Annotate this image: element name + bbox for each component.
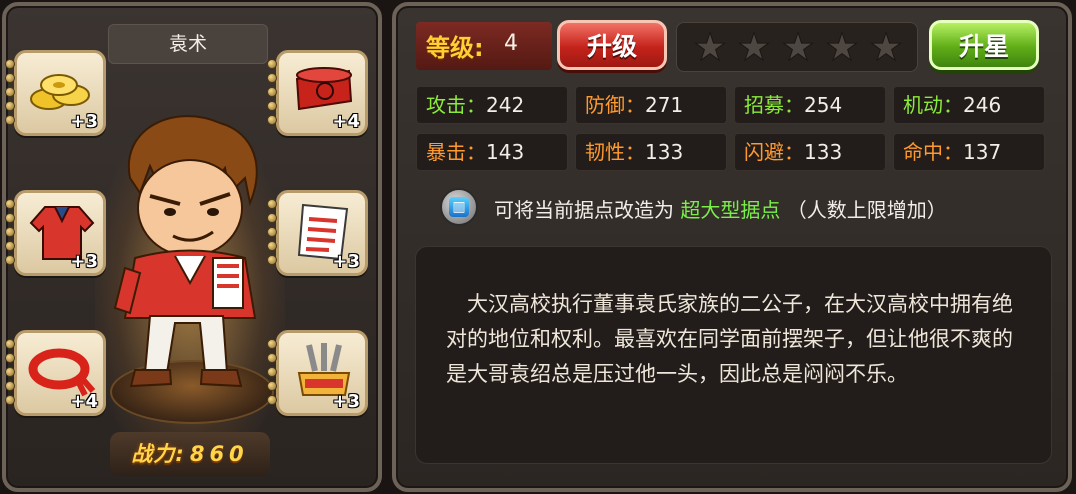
upgrade-button[interactable]: 升级 [557,20,667,70]
stat-value: 271 [645,93,684,117]
base-upgrade-hint: ▥ 可将当前据点改造为 超大型据点 （人数上限增加） [440,188,1040,228]
stat-attack: 攻击：242 [416,86,568,124]
level-label: 等级: [426,34,484,62]
binder-rings [267,59,277,127]
stat-name: 命中 [903,140,943,164]
stat-value: 133 [804,140,843,164]
star-icon: ★ [780,25,816,69]
equip-level: +3 [70,111,98,132]
stat-defense: 防御：271 [575,86,727,124]
stat-name: 闪避 [744,140,784,164]
stat-toughness: 韧性：133 [575,133,727,171]
stat-accuracy: 命中：137 [893,133,1045,171]
combat-power: 战力: 860 [110,432,270,476]
equip-slot-top-right[interactable]: +4 [267,50,368,136]
equip-slot-bottom-left[interactable]: +4 [5,330,106,416]
stat-value: 242 [486,93,525,117]
level-box: 等级: 4 [416,22,552,70]
binder-rings [5,199,15,267]
equip-level: +3 [70,251,98,272]
stat-value: 137 [963,140,1002,164]
hint-text: 可将当前据点改造为 超大型据点 （人数上限增加） [494,194,947,223]
hero-name: 袁术 [108,24,268,64]
stat-name: 招募 [744,93,784,117]
hero-description-box: 大汉高校执行董事袁氏家族的二公子，在大汉高校中拥有绝对的地位和权利。最喜欢在同学… [415,246,1052,464]
stat-critical: 暴击：143 [416,133,568,171]
equip-slot-top-left[interactable]: +3 [5,50,106,136]
stat-value: 254 [804,93,843,117]
stat-name: 攻击 [426,93,466,117]
star-icon: ★ [868,25,904,69]
hint-prefix: 可将当前据点改造为 [494,198,674,222]
stat-name: 机动 [903,93,943,117]
stat-name: 暴击 [426,140,466,164]
stat-value: 143 [486,140,525,164]
skill-badge-icon[interactable]: ▥ [440,188,478,226]
hero-description: 大汉高校执行董事袁氏家族的二公子，在大汉高校中拥有绝对的地位和权利。最喜欢在同学… [446,292,1013,386]
equip-level: +4 [70,391,98,412]
equip-level: +4 [332,111,360,132]
level-value: 4 [504,31,518,56]
stat-name: 韧性 [585,140,625,164]
equip-slot-bottom-right[interactable]: +3 [267,330,368,416]
combat-power-label: 战力: [131,442,185,466]
stat-value: 246 [963,93,1002,117]
star-icon: ★ [736,25,772,69]
gold-coins-icon [30,74,90,110]
hero-portrait[interactable] [105,108,275,398]
red-hat-icon [295,67,353,111]
stat-recruit: 招募：254 [734,86,886,124]
equip-level: +3 [332,391,360,412]
star-rating: ★ ★ ★ ★ ★ [676,22,918,72]
binder-rings [5,339,15,407]
star-icon: ★ [692,25,728,69]
equip-slot-middle-right[interactable]: +3 [267,190,368,276]
star-icon: ★ [824,25,860,69]
hint-suffix: （人数上限增加） [786,198,947,222]
stat-value: 133 [645,140,684,164]
red-headband-icon [28,348,96,397]
binder-rings [267,199,277,267]
hint-highlight: 超大型据点 [680,198,781,222]
stat-dodge: 闪避：133 [734,133,886,171]
equip-slot-middle-left[interactable]: +3 [5,190,106,276]
binder-rings [5,59,15,127]
stat-name: 防御 [585,93,625,117]
binder-rings [267,339,277,407]
combat-power-value: 860 [189,442,249,466]
stat-mobility: 机动：246 [893,86,1045,124]
equip-level: +3 [332,251,360,272]
star-up-button[interactable]: 升星 [929,20,1039,70]
